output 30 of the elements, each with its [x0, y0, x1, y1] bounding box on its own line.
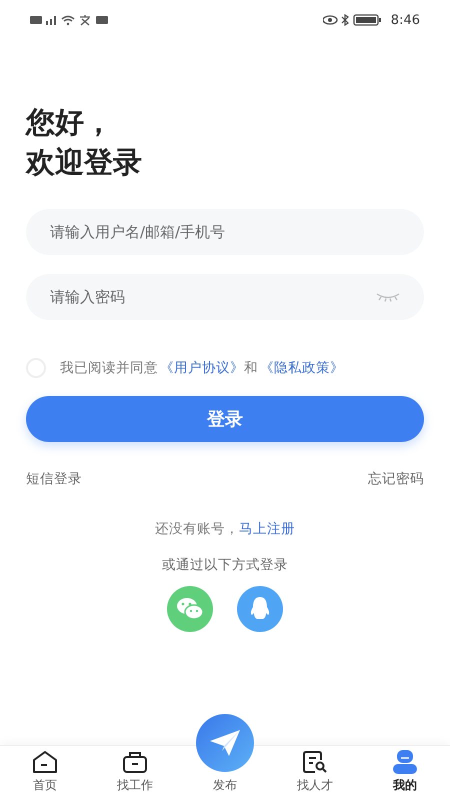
- home-icon: [32, 750, 58, 774]
- tab-item[interactable]: 我的: [360, 746, 450, 800]
- agreement-text: 我已阅读并同意: [60, 359, 158, 377]
- password-field[interactable]: 请输入密码: [26, 274, 424, 320]
- agreement-text: 和: [244, 359, 258, 377]
- sms-login-link[interactable]: 短信登录: [26, 470, 82, 488]
- penguin-icon: [249, 596, 271, 622]
- tab-item[interactable]: 发布: [180, 714, 270, 800]
- greeting-title: 您好，: [26, 104, 113, 141]
- register-prompt: 还没有账号，: [155, 520, 239, 538]
- eye-closed-icon[interactable]: [376, 292, 400, 302]
- person-icon: [392, 750, 418, 774]
- login-button[interactable]: 登录: [26, 396, 424, 442]
- greeting-title: 欢迎登录: [26, 144, 142, 181]
- tab-item[interactable]: 找工作: [90, 746, 180, 800]
- chat-bubbles-icon: [176, 597, 204, 621]
- briefcase-icon: [122, 750, 148, 774]
- tab-item[interactable]: 首页: [0, 746, 90, 800]
- paper-plane-icon: [209, 729, 241, 757]
- user-agreement-link[interactable]: 《用户协议》: [160, 359, 244, 377]
- document-search-icon: [302, 750, 328, 774]
- tab-item[interactable]: 找人才: [270, 746, 360, 800]
- privacy-policy-link[interactable]: 《隐私政策》: [260, 359, 344, 377]
- qq-login-button[interactable]: [237, 586, 283, 632]
- register-link[interactable]: 马上注册: [239, 520, 295, 538]
- status-time: 8:46: [390, 12, 420, 28]
- username-field[interactable]: 请输入用户名/邮箱/手机号: [26, 209, 424, 255]
- wechat-login-button[interactable]: [167, 586, 213, 632]
- other-login-label: 或通过以下方式登录: [162, 556, 288, 574]
- forgot-password-link[interactable]: 忘记密码: [368, 470, 424, 488]
